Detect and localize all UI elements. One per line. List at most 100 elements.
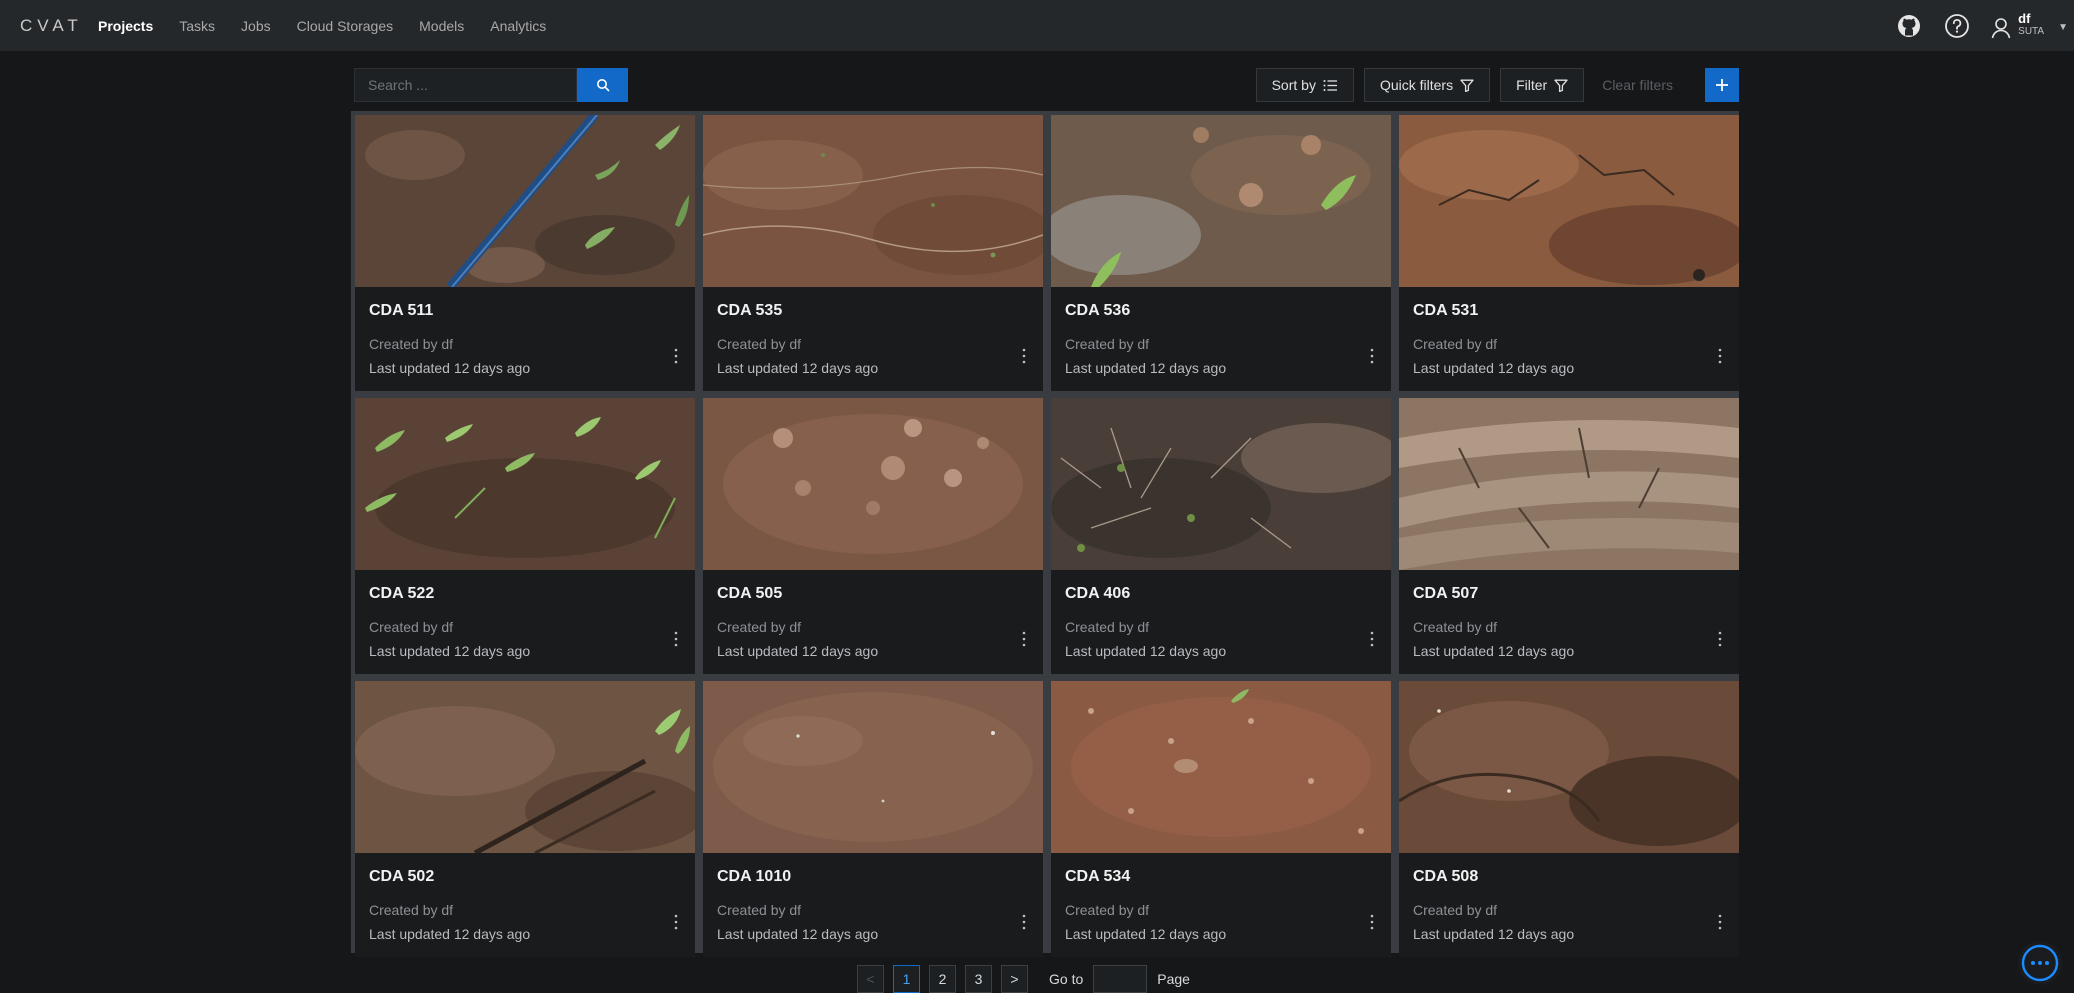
project-card[interactable]: CDA 536 Created by df Last updated 12 da… (1051, 115, 1391, 391)
user-organization: SUTA (2018, 25, 2045, 37)
project-thumbnail[interactable] (703, 398, 1043, 570)
pagination: < 1 2 3 > Go to Page (857, 965, 1190, 993)
project-title[interactable]: CDA 1010 (717, 868, 791, 886)
project-title[interactable]: CDA 534 (1065, 868, 1130, 886)
project-title[interactable]: CDA 536 (1065, 302, 1130, 320)
page-3-button[interactable]: 3 (965, 965, 992, 993)
top-navigation-bar: CVAT Projects Tasks Jobs Cloud Storages … (0, 0, 2074, 51)
more-options-icon[interactable] (1713, 628, 1727, 650)
sort-list-icon (1323, 79, 1337, 91)
project-thumbnail[interactable] (355, 398, 695, 570)
previous-page-button[interactable]: < (857, 965, 884, 993)
project-creator: Created by df (1065, 902, 1150, 918)
header-actions: df SUTA ▼ (1894, 0, 2074, 51)
user-icon (1991, 17, 2011, 38)
project-thumbnail[interactable] (703, 681, 1043, 853)
main-nav: Projects Tasks Jobs Cloud Storages Model… (98, 18, 572, 34)
chat-button[interactable] (2018, 941, 2062, 985)
project-creator: Created by df (717, 902, 802, 918)
project-updated: Last updated 12 days ago (1065, 360, 1227, 376)
filter-button[interactable]: Filter (1500, 68, 1585, 102)
more-options-icon[interactable] (669, 628, 683, 650)
more-options-icon[interactable] (1017, 345, 1031, 367)
project-card[interactable]: CDA 534 Created by df Last updated 12 da… (1051, 681, 1391, 957)
page-1-button[interactable]: 1 (893, 965, 920, 993)
project-title[interactable]: CDA 508 (1413, 868, 1478, 886)
project-updated: Last updated 12 days ago (717, 926, 879, 942)
goto-label: Go to (1049, 971, 1084, 987)
more-options-icon[interactable] (669, 911, 683, 933)
more-options-icon[interactable] (1365, 628, 1379, 650)
project-thumbnail[interactable] (1399, 398, 1739, 570)
sort-by-button[interactable]: Sort by (1255, 68, 1354, 102)
nav-tasks[interactable]: Tasks (179, 18, 215, 34)
project-card[interactable]: CDA 502 Created by df Last updated 12 da… (355, 681, 695, 957)
next-page-button[interactable]: > (1001, 965, 1028, 993)
project-card[interactable]: CDA 531 Created by df Last updated 12 da… (1399, 115, 1739, 391)
github-icon[interactable] (1894, 11, 1924, 41)
clear-filters-button[interactable]: Clear filters (1602, 77, 1673, 93)
filter-label: Filter (1516, 77, 1548, 93)
project-thumbnail[interactable] (355, 115, 695, 287)
project-card[interactable]: CDA 535 Created by df Last updated 12 da… (703, 115, 1043, 391)
project-thumbnail[interactable] (1051, 398, 1391, 570)
nav-cloud-storages[interactable]: Cloud Storages (297, 18, 394, 34)
project-title[interactable]: CDA 502 (369, 868, 434, 886)
nav-jobs[interactable]: Jobs (241, 18, 271, 34)
search-bar (354, 68, 628, 102)
project-thumbnail[interactable] (1399, 115, 1739, 287)
quick-filters-label: Quick filters (1379, 77, 1454, 93)
project-thumbnail[interactable] (1051, 681, 1391, 853)
project-title[interactable]: CDA 406 (1065, 585, 1130, 603)
project-title[interactable]: CDA 531 (1413, 302, 1478, 320)
nav-projects[interactable]: Projects (98, 18, 153, 34)
project-card[interactable]: CDA 406 Created by df Last updated 12 da… (1051, 398, 1391, 674)
project-card[interactable]: CDA 522 Created by df Last updated 12 da… (355, 398, 695, 674)
project-creator: Created by df (1065, 619, 1150, 635)
user-menu[interactable]: df SUTA ▼ (1990, 10, 2068, 40)
more-options-icon[interactable] (1365, 345, 1379, 367)
goto-page-input[interactable] (1093, 965, 1148, 993)
project-thumbnail[interactable] (1399, 681, 1739, 853)
project-creator: Created by df (369, 619, 454, 635)
more-options-icon[interactable] (669, 345, 683, 367)
search-input[interactable] (354, 68, 577, 102)
nav-models[interactable]: Models (419, 18, 464, 34)
page-2-button[interactable]: 2 (929, 965, 956, 993)
project-updated: Last updated 12 days ago (369, 926, 531, 942)
project-title[interactable]: CDA 507 (1413, 585, 1478, 603)
project-card[interactable]: CDA 507 Created by df Last updated 12 da… (1399, 398, 1739, 674)
project-updated: Last updated 12 days ago (1413, 360, 1575, 376)
project-card[interactable]: CDA 511 Created by df Last updated 12 da… (355, 115, 695, 391)
chat-icon (2021, 944, 2059, 982)
filter-icon (1460, 79, 1474, 92)
more-options-icon[interactable] (1713, 911, 1727, 933)
project-updated: Last updated 12 days ago (1413, 643, 1575, 659)
project-updated: Last updated 12 days ago (369, 643, 531, 659)
user-name: df (2018, 10, 2031, 26)
project-title[interactable]: CDA 511 (369, 302, 433, 320)
project-creator: Created by df (369, 902, 454, 918)
project-thumbnail[interactable] (1051, 115, 1391, 287)
project-updated: Last updated 12 days ago (1065, 643, 1227, 659)
project-thumbnail[interactable] (703, 115, 1043, 287)
help-icon[interactable] (1942, 11, 1972, 41)
more-options-icon[interactable] (1017, 911, 1031, 933)
nav-analytics[interactable]: Analytics (490, 18, 546, 34)
project-thumbnail[interactable] (355, 681, 695, 853)
project-card[interactable]: CDA 1010 Created by df Last updated 12 d… (703, 681, 1043, 957)
project-title[interactable]: CDA 522 (369, 585, 434, 603)
project-creator: Created by df (1413, 902, 1498, 918)
more-options-icon[interactable] (1713, 345, 1727, 367)
filter-icon (1554, 79, 1568, 92)
project-card[interactable]: CDA 505 Created by df Last updated 12 da… (703, 398, 1043, 674)
more-options-icon[interactable] (1365, 911, 1379, 933)
project-card[interactable]: CDA 508 Created by df Last updated 12 da… (1399, 681, 1739, 957)
project-title[interactable]: CDA 505 (717, 585, 782, 603)
cvat-logo[interactable]: CVAT (20, 16, 98, 36)
more-options-icon[interactable] (1017, 628, 1031, 650)
search-button[interactable] (577, 68, 628, 102)
project-title[interactable]: CDA 535 (717, 302, 782, 320)
quick-filters-button[interactable]: Quick filters (1363, 68, 1491, 102)
create-project-button[interactable] (1705, 68, 1739, 102)
